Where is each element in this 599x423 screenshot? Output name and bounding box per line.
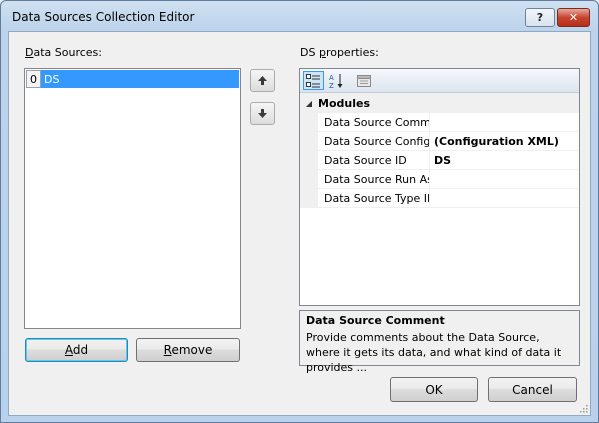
help-button[interactable]: ? [525, 8, 555, 27]
alphabetical-icon: A Z [329, 73, 343, 89]
list-item-index: 0 [26, 70, 41, 88]
row-gutter [300, 189, 318, 208]
ds-properties-label: DS properties: [300, 46, 379, 59]
svg-text:A: A [329, 74, 334, 82]
move-up-button[interactable] [250, 69, 275, 92]
property-row-data-source-configuration[interactable]: Data Source Configu (Configuration XML) [300, 132, 579, 151]
row-gutter [300, 113, 318, 132]
category-label: Modules [318, 96, 370, 110]
property-row-data-source-type-id[interactable]: Data Source Type ID [300, 189, 579, 208]
cancel-button-label: Cancel [512, 382, 553, 397]
data-sources-label: Data Sources: [25, 46, 102, 59]
arrow-up-icon [258, 76, 267, 85]
property-grid[interactable]: A Z ◢ Modules Data Source Comme Data Sou… [299, 68, 580, 306]
window-title: Data Sources Collection Editor [12, 10, 195, 24]
data-sources-list[interactable]: 0 DS [24, 68, 241, 329]
categorized-button[interactable] [303, 71, 324, 90]
collapse-arrow-icon[interactable]: ◢ [300, 99, 318, 108]
property-row-data-source-comment[interactable]: Data Source Comme [300, 113, 579, 132]
row-gutter [300, 132, 318, 151]
resize-grip-icon[interactable] [578, 403, 588, 413]
property-description-pane: Data Source Comment Provide comments abo… [299, 310, 580, 374]
row-gutter [300, 170, 318, 189]
description-text: Provide comments about the Data Source, … [306, 331, 562, 374]
property-name: Data Source Run As [318, 170, 429, 189]
property-row-data-source-run-as[interactable]: Data Source Run As [300, 170, 579, 189]
property-value[interactable] [429, 189, 579, 208]
property-value[interactable]: DS [429, 151, 579, 170]
cancel-button[interactable]: Cancel [488, 377, 577, 402]
remove-button[interactable]: Remove [136, 338, 240, 362]
property-name: Data Source Type ID [318, 189, 429, 208]
property-name: Data Source Configu [318, 132, 429, 151]
description-title: Data Source Comment [306, 314, 445, 327]
property-pages-icon [357, 74, 371, 87]
ok-button-label: OK [425, 382, 443, 397]
property-name: Data Source ID [318, 151, 429, 170]
property-value[interactable] [429, 170, 579, 189]
move-down-button[interactable] [250, 102, 275, 125]
dialog-window: Data Sources Collection Editor ? ✕ Data … [0, 0, 599, 423]
ok-button[interactable]: OK [390, 377, 478, 402]
categorized-icon [306, 73, 320, 87]
property-rows: ◢ Modules Data Source Comme Data Source … [300, 93, 579, 208]
property-row-data-source-id[interactable]: Data Source ID DS [300, 151, 579, 170]
title-bar[interactable]: Data Sources Collection Editor ? ✕ [1, 1, 598, 31]
alphabetical-button[interactable]: A Z [326, 71, 346, 90]
add-button[interactable]: Add [25, 338, 128, 362]
help-icon: ? [536, 11, 544, 24]
list-item-name: DS [41, 70, 239, 88]
property-name: Data Source Comme [318, 113, 429, 132]
close-icon: ✕ [568, 11, 579, 24]
arrow-down-icon [258, 109, 267, 118]
property-pages-button[interactable] [355, 71, 373, 90]
dialog-client-area: Data Sources: 0 DS Add Remove DS propert… [8, 31, 591, 416]
svg-text:Z: Z [329, 82, 334, 89]
list-item[interactable]: 0 DS [26, 70, 239, 88]
property-value[interactable] [429, 113, 579, 132]
close-button[interactable]: ✕ [557, 8, 590, 27]
remove-button-label: Remove [163, 343, 213, 357]
category-modules[interactable]: ◢ Modules [300, 93, 579, 113]
add-button-label: Add [64, 343, 89, 357]
row-gutter [300, 151, 318, 170]
property-value[interactable]: (Configuration XML) [429, 132, 579, 151]
property-grid-toolbar: A Z [300, 69, 579, 93]
